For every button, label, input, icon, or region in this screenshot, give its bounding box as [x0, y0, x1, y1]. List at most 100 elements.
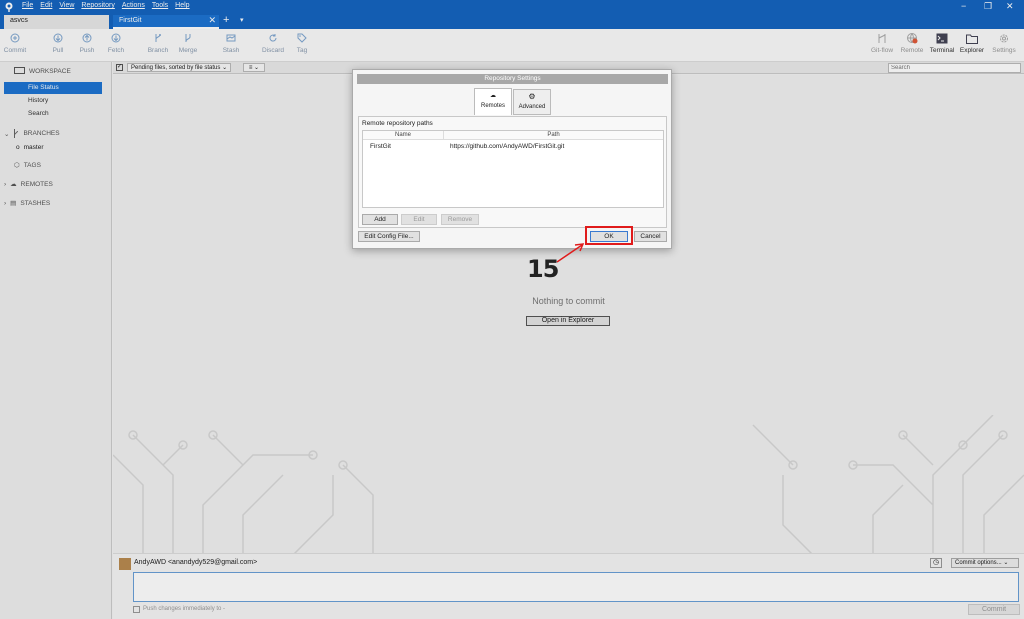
workspace-header: WORKSPACE: [14, 67, 71, 75]
monitor-icon: [14, 67, 25, 74]
stashes-label: STASHES: [20, 199, 51, 207]
terminal-label: Terminal: [929, 47, 955, 54]
gitflow-button[interactable]: Git-flow: [868, 33, 896, 54]
fetch-button[interactable]: Fetch: [101, 33, 131, 54]
search-input[interactable]: [888, 63, 1021, 73]
tab-dropdown-icon[interactable]: ▾: [240, 16, 244, 24]
commit-message-input[interactable]: [133, 572, 1019, 602]
remotes-pane: Remote repository paths Name Path FirstG…: [358, 116, 667, 228]
tab-asvcs[interactable]: asvcs: [4, 15, 109, 29]
discard-icon: [269, 34, 277, 42]
gear-icon: ⚙: [528, 92, 536, 101]
workspace-label: WORKSPACE: [29, 67, 71, 75]
push-label: Push: [79, 47, 95, 54]
remote-button[interactable]: Remote: [898, 33, 926, 54]
menu-bar: File Edit View Repository Actions Tools …: [22, 2, 190, 9]
sidebar-item-history[interactable]: History: [4, 95, 102, 107]
push-icon: [82, 33, 92, 43]
tab-firstgit[interactable]: FirstGit ✕: [113, 15, 219, 29]
menu-tools[interactable]: Tools: [152, 2, 168, 9]
merge-button[interactable]: Merge: [173, 33, 203, 54]
sort-dropdown[interactable]: Pending files, sorted by file status ⌄: [127, 63, 232, 72]
commit-button[interactable]: Commit: [0, 33, 30, 54]
stash-label: Stash: [222, 47, 240, 54]
open-in-explorer-button[interactable]: Open in Explorer: [526, 316, 610, 326]
empty-state-text: Nothing to commit: [532, 296, 605, 306]
commit-submit-button[interactable]: Commit: [968, 604, 1020, 615]
branch-button[interactable]: Branch: [143, 33, 173, 54]
remotes-table: Name Path FirstGit https://github.com/An…: [362, 130, 664, 208]
pull-label: Pull: [52, 47, 64, 54]
cancel-button[interactable]: Cancel: [634, 231, 667, 242]
terminal-button[interactable]: Terminal: [928, 33, 956, 54]
ok-button[interactable]: OK: [590, 231, 628, 242]
sidebar-item-search[interactable]: Search: [4, 108, 102, 120]
select-all-checkbox[interactable]: ✓: [116, 64, 123, 71]
restore-button[interactable]: ❐: [984, 1, 992, 12]
step-number-annotation: 15: [527, 255, 559, 283]
terminal-icon: [936, 33, 948, 44]
menu-edit[interactable]: Edit: [40, 2, 52, 9]
dialog-title: Repository Settings: [357, 74, 668, 84]
push-immediately-label: Push changes immediately to -: [143, 606, 226, 612]
remote-label: Remote: [900, 47, 924, 54]
menu-view[interactable]: View: [59, 2, 74, 9]
tab-close-icon[interactable]: ✕: [208, 15, 216, 26]
menu-actions[interactable]: Actions: [122, 2, 145, 9]
chevron-down-icon: ⌄: [4, 130, 10, 138]
column-header-path[interactable]: Path: [444, 131, 663, 140]
section-label: Remote repository paths: [362, 120, 433, 127]
branch-label: Branch: [147, 47, 169, 54]
history-clock-button[interactable]: ◷: [930, 558, 942, 568]
add-remote-button[interactable]: Add: [362, 214, 398, 225]
menu-repository[interactable]: Repository: [81, 2, 114, 9]
fetch-icon: [111, 33, 121, 43]
commit-options-dropdown[interactable]: Commit options... ⌄: [951, 558, 1019, 568]
globe-icon: [907, 33, 918, 44]
stashes-header[interactable]: › ▤ STASHES: [4, 199, 51, 208]
edit-config-file-button[interactable]: Edit Config File...: [358, 231, 420, 242]
table-row[interactable]: FirstGit https://github.com/AndyAWD/Firs…: [363, 143, 663, 152]
view-options-dropdown[interactable]: ≡ ⌄: [243, 63, 265, 72]
remotes-header[interactable]: › ☁ REMOTES: [4, 180, 53, 189]
merge-label: Merge: [178, 47, 198, 54]
settings-button[interactable]: Settings: [989, 33, 1019, 54]
gear-icon: [1000, 34, 1008, 43]
push-immediately-checkbox[interactable]: [133, 606, 140, 613]
tab-advanced-label: Advanced: [518, 104, 546, 110]
branches-header[interactable]: ⌄ BRANCHES: [4, 129, 60, 138]
sidebar-item-file-status[interactable]: File Status: [4, 82, 102, 94]
stash-button[interactable]: Stash: [216, 33, 246, 54]
menu-help[interactable]: Help: [175, 2, 189, 9]
tab-remotes-label: Remotes: [480, 103, 505, 109]
sourcetree-logo-icon: [5, 2, 13, 12]
toolbar: Commit Pull Push Fetch Branch Merge Stas…: [0, 29, 1024, 62]
tab-advanced[interactable]: ⚙ Advanced: [513, 89, 551, 115]
new-tab-button[interactable]: +: [223, 14, 229, 26]
branch-master-label: master: [23, 144, 44, 151]
tag-button[interactable]: Tag: [287, 33, 317, 54]
push-button[interactable]: Push: [72, 33, 102, 54]
pull-button[interactable]: Pull: [43, 33, 73, 54]
discard-button[interactable]: Discard: [258, 33, 288, 54]
gitflow-label: Git-flow: [870, 47, 894, 54]
row-path: https://github.com/AndyAWD/FirstGit.git: [450, 143, 565, 150]
sort-label: Pending files, sorted by file status: [131, 65, 221, 71]
close-window-button[interactable]: ✕: [1006, 1, 1014, 12]
avatar: [119, 558, 131, 570]
explorer-button[interactable]: Explorer: [958, 33, 986, 54]
tags-header[interactable]: ⬡ TAGS: [14, 161, 41, 170]
tags-label: TAGS: [23, 161, 41, 169]
circuit-background: [113, 415, 1024, 553]
clock-icon: ◷: [932, 559, 940, 566]
merge-icon: [185, 34, 191, 42]
edit-remote-button[interactable]: Edit: [401, 214, 437, 225]
menu-file[interactable]: File: [22, 2, 33, 9]
fetch-label: Fetch: [107, 47, 125, 54]
branch-master[interactable]: o master: [16, 144, 44, 151]
remove-remote-button[interactable]: Remove: [441, 214, 479, 225]
minimize-button[interactable]: −: [961, 1, 966, 11]
tag-icon: ⬡: [14, 162, 20, 169]
column-header-name[interactable]: Name: [363, 131, 444, 140]
tab-remotes[interactable]: ☁ Remotes: [474, 88, 512, 115]
